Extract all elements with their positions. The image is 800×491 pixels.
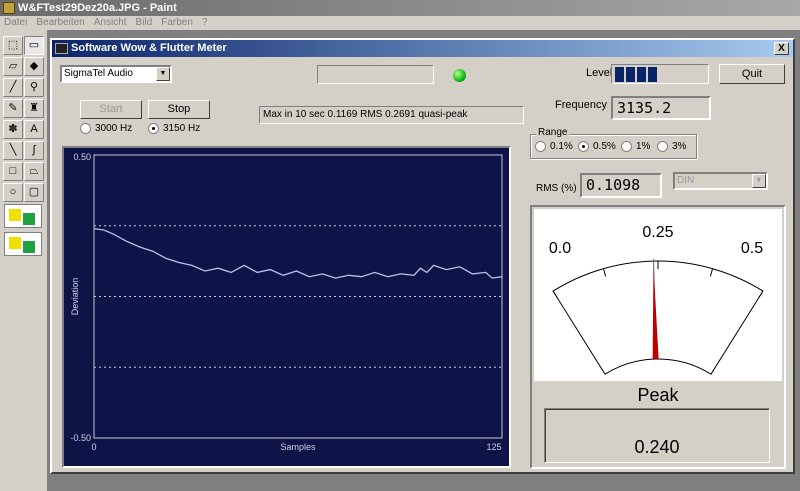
ellipse-icon[interactable]: ○ bbox=[3, 183, 23, 202]
color-swatch-selector[interactable] bbox=[4, 204, 42, 228]
rect-select-icon[interactable]: ▭ bbox=[24, 36, 44, 55]
weighting-select-value: DIN bbox=[677, 175, 695, 186]
radio-range-0-1[interactable]: 0.1% bbox=[535, 141, 573, 152]
device-select[interactable]: SigmaTel Audio ▼ bbox=[60, 65, 172, 83]
radio-range-0-5-label: 0.5% bbox=[593, 141, 616, 152]
radio-dot bbox=[80, 123, 91, 134]
radio-range-1[interactable]: 1% bbox=[621, 141, 650, 152]
color-swatch-selector-2[interactable] bbox=[4, 232, 42, 256]
airbrush-icon[interactable]: ✽ bbox=[3, 120, 23, 139]
radio-range-3-label: 3% bbox=[672, 141, 687, 152]
x-tick-label: 125 bbox=[486, 442, 501, 452]
radio-3150hz[interactable]: 3150 Hz bbox=[148, 123, 200, 134]
wow-flutter-window: Software Wow & Flutter Meter X SigmaTel … bbox=[50, 38, 795, 474]
frequency-readout: 3135.2 bbox=[611, 96, 711, 120]
radio-dot bbox=[621, 141, 632, 152]
level-cell bbox=[648, 67, 657, 82]
level-cell bbox=[615, 67, 624, 82]
close-button[interactable]: X bbox=[774, 42, 789, 55]
radio-dot bbox=[535, 141, 546, 152]
signal-led-icon bbox=[453, 69, 466, 82]
menu-item[interactable]: ? bbox=[202, 17, 208, 28]
summary-field: Max in 10 sec 0.1169 RMS 0.2691 quasi-pe… bbox=[259, 106, 524, 124]
rms-label: RMS (%) bbox=[536, 183, 577, 194]
paint-menubar: Datei Bearbeiten Ansicht Bild Farben? bbox=[0, 16, 800, 30]
menu-item[interactable]: Bearbeiten bbox=[36, 17, 84, 28]
x-tick-label: 0 bbox=[91, 442, 96, 452]
stop-button[interactable]: Stop bbox=[148, 100, 210, 119]
level-label: Level bbox=[586, 67, 613, 79]
y-tick-label: 0.50 bbox=[73, 152, 91, 162]
y-axis-label: Deviation bbox=[70, 278, 80, 316]
deviation-chart-svg: 0.50 -0.500 125 Samples Deviation bbox=[70, 152, 503, 452]
pencil-icon[interactable]: ✎ bbox=[3, 99, 23, 118]
meter-svg: 0.0 0.25 0.5 bbox=[549, 224, 764, 375]
paint-toolbox: ⬚ ▭ ▱ ◆ ╱ ⚲ ✎ ♜ ✽ A ╲ ∫ □ ⏢ ○ ▢ bbox=[0, 30, 48, 491]
curve-icon[interactable]: ∫ bbox=[24, 141, 44, 160]
brush-icon[interactable]: ♜ bbox=[24, 99, 44, 118]
color-swatch bbox=[9, 209, 21, 221]
free-select-icon[interactable]: ⬚ bbox=[3, 36, 23, 55]
radio-3000hz-label: 3000 Hz bbox=[95, 123, 133, 134]
range-label: Range bbox=[536, 127, 570, 138]
polygon-icon[interactable]: ⏢ bbox=[24, 162, 44, 181]
device-select-value: SigmaTel Audio bbox=[64, 68, 133, 79]
status-field bbox=[317, 65, 434, 84]
window-app-icon bbox=[55, 43, 68, 54]
deviation-trace bbox=[93, 227, 503, 279]
meter-center-label: 0.25 bbox=[642, 224, 673, 241]
meter-right-label: 0.5 bbox=[741, 240, 763, 257]
y-tick-label: -0.50 bbox=[70, 433, 91, 443]
radio-dot bbox=[657, 141, 668, 152]
chevron-down-icon[interactable]: ▼ bbox=[156, 67, 170, 81]
radio-range-1-label: 1% bbox=[636, 141, 651, 152]
paint-title: W&FTest29Dez20a.JPG - Paint bbox=[18, 2, 177, 14]
color-swatch bbox=[23, 241, 35, 253]
color-swatch bbox=[23, 213, 35, 225]
deviation-chart: 0.50 -0.50 0 125 Samples Deviation bbox=[62, 146, 511, 468]
radio-3000hz[interactable]: 3000 Hz bbox=[80, 123, 132, 134]
menu-item[interactable]: Farben bbox=[161, 17, 193, 28]
menu-item[interactable]: Bild bbox=[136, 17, 153, 28]
text-icon[interactable]: A bbox=[24, 120, 44, 139]
window-title-bar[interactable]: Software Wow & Flutter Meter X bbox=[52, 40, 793, 57]
color-swatch bbox=[9, 237, 21, 249]
paint-app-icon bbox=[3, 2, 15, 14]
level-cell bbox=[626, 67, 635, 82]
summary-text: Max in 10 sec 0.1169 RMS 0.2691 quasi-pe… bbox=[263, 109, 468, 120]
peak-readout-box: 0.240 bbox=[544, 408, 770, 463]
x-axis-label: Samples bbox=[280, 442, 316, 452]
radio-dot bbox=[148, 123, 159, 134]
radio-dot bbox=[578, 141, 589, 152]
frequency-label: Frequency bbox=[555, 99, 607, 111]
menu-item[interactable]: Datei bbox=[4, 17, 27, 28]
paint-title-bar[interactable]: W&FTest29Dez20a.JPG - Paint bbox=[0, 0, 800, 16]
level-cell bbox=[637, 67, 646, 82]
meter-left-label: 0.0 bbox=[549, 240, 571, 257]
peak-title: Peak bbox=[637, 385, 679, 405]
start-button[interactable]: Start bbox=[80, 100, 142, 119]
weighting-select[interactable]: DIN ▼ bbox=[673, 172, 768, 190]
meter-face: 0.0 0.25 0.5 bbox=[534, 209, 782, 381]
radio-range-0-1-label: 0.1% bbox=[550, 141, 573, 152]
range-group: Range 0.1% 0.5% 1% 3% bbox=[530, 127, 697, 159]
rounded-rect-icon[interactable]: ▢ bbox=[24, 183, 44, 202]
quit-button[interactable]: Quit bbox=[719, 64, 785, 84]
rms-readout: 0.1098 bbox=[580, 173, 662, 198]
level-meter bbox=[611, 64, 709, 84]
menu-item[interactable]: Ansicht bbox=[94, 17, 127, 28]
fill-bucket-icon[interactable]: ◆ bbox=[24, 57, 44, 76]
color-picker-icon[interactable]: ╱ bbox=[3, 78, 23, 97]
line-icon[interactable]: ╲ bbox=[3, 141, 23, 160]
rectangle-icon[interactable]: □ bbox=[3, 162, 23, 181]
peak-readout: 0.240 bbox=[634, 437, 680, 457]
peak-meter-panel: 0.0 0.25 0.5 Peak 0.240 bbox=[530, 205, 786, 469]
window-title: Software Wow & Flutter Meter bbox=[71, 42, 227, 54]
magnifier-icon[interactable]: ⚲ bbox=[24, 78, 44, 97]
radio-3150hz-label: 3150 Hz bbox=[163, 123, 201, 134]
eraser-icon[interactable]: ▱ bbox=[3, 57, 23, 76]
radio-range-3[interactable]: 3% bbox=[657, 141, 686, 152]
chevron-down-icon[interactable]: ▼ bbox=[752, 174, 766, 188]
radio-range-0-5[interactable]: 0.5% bbox=[578, 141, 616, 152]
